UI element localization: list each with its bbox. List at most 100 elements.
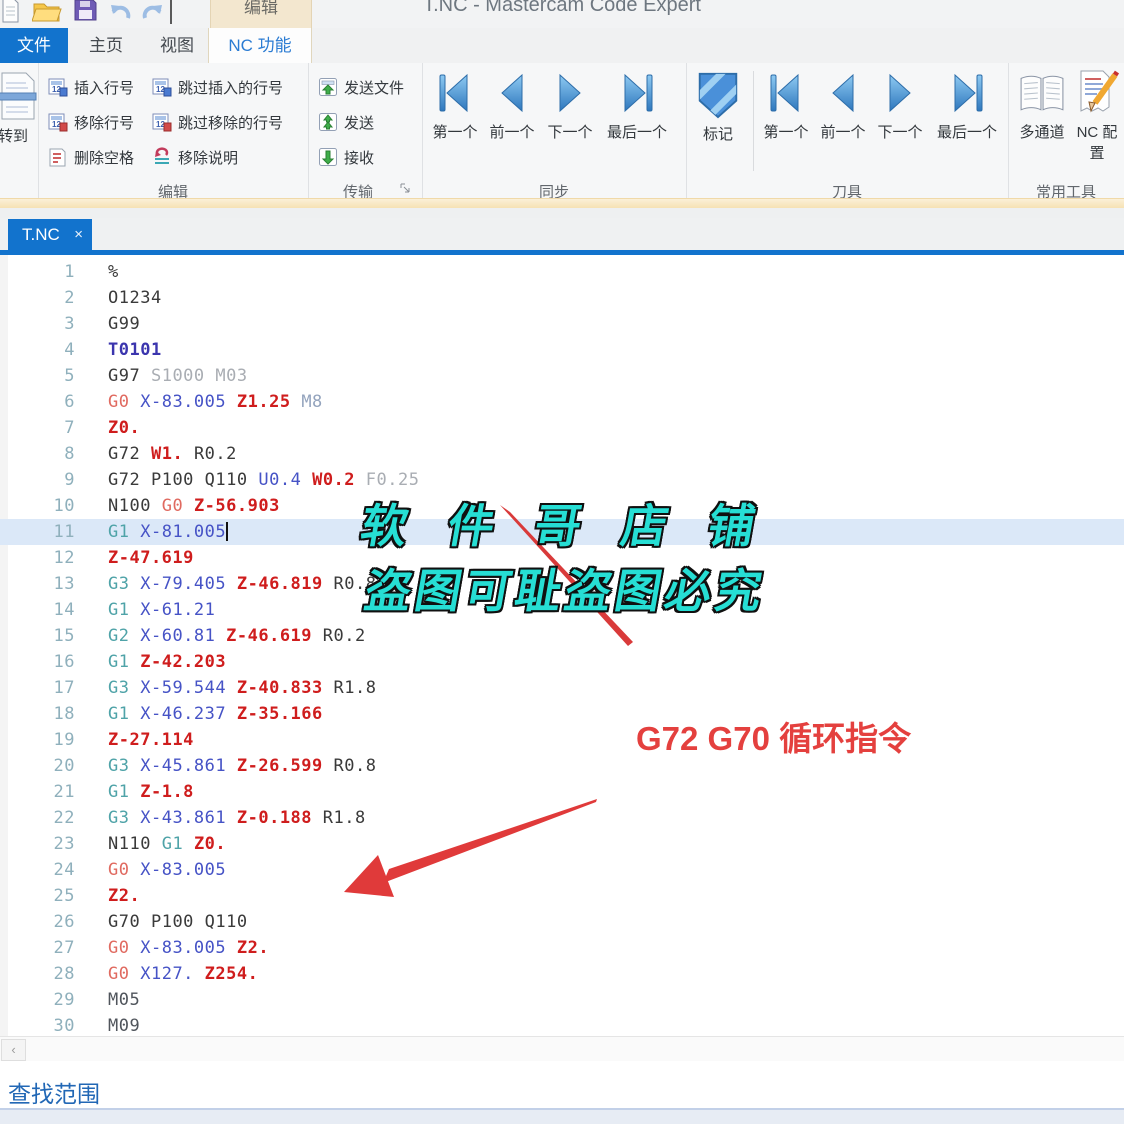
- delete-spaces-button[interactable]: 删除空格: [48, 144, 134, 170]
- nc-config-button[interactable]: NC 配置: [1074, 69, 1120, 163]
- send-button[interactable]: 发送: [318, 109, 374, 135]
- code-line-3[interactable]: 3 G99: [0, 311, 1124, 337]
- first-icon: [439, 73, 468, 113]
- line-number: 25: [53, 886, 75, 906]
- receive-button[interactable]: 接收: [318, 144, 374, 170]
- skip-inserted-line-numbers-button[interactable]: 12 跳过插入的行号: [152, 74, 283, 100]
- tool-previous-button[interactable]: 前一个: [815, 69, 871, 142]
- tool-next-button[interactable]: 下一个: [872, 69, 928, 142]
- line-number: 24: [53, 860, 75, 880]
- insert-line-numbers-button[interactable]: 12 插入行号: [48, 74, 134, 100]
- tool-last-label: 最后一个: [936, 124, 997, 141]
- code-line-16[interactable]: 16 G1 Z-42.203: [0, 649, 1124, 675]
- code-text: G3 X-79.405 Z-46.819 R0.8: [108, 574, 377, 594]
- tool-last-button[interactable]: 最后一个: [932, 69, 1002, 142]
- mark-button[interactable]: 标记: [690, 69, 746, 144]
- code-line-14[interactable]: 14 G1 X-61.21: [0, 597, 1124, 623]
- code-line-2[interactable]: 2 O1234: [0, 285, 1124, 311]
- tab-file[interactable]: 文件: [0, 28, 68, 63]
- code-line-13[interactable]: 13 G3 X-79.405 Z-46.819 R0.8: [0, 571, 1124, 597]
- tab-view[interactable]: 视图: [144, 28, 210, 63]
- code-line-1[interactable]: 1%: [0, 259, 1124, 285]
- code-line-19[interactable]: 19 Z-27.114: [0, 727, 1124, 753]
- code-text: G1 Z-1.8: [108, 782, 194, 802]
- sync-last-button[interactable]: 最后一个: [602, 69, 672, 142]
- code-line-12[interactable]: 12 Z-47.619: [0, 545, 1124, 571]
- goto-icon[interactable]: [0, 71, 38, 123]
- first-icon: [770, 73, 799, 113]
- insert-line-numbers-label: 插入行号: [74, 79, 135, 97]
- code-line-21[interactable]: 21 G1 Z-1.8: [0, 779, 1124, 805]
- skip-removed-line-numbers-button[interactable]: 12 跳过移除的行号: [152, 109, 283, 135]
- transfer-dialog-launcher-icon[interactable]: [400, 183, 412, 195]
- code-line-7[interactable]: 7 Z0.: [0, 415, 1124, 441]
- goto-label[interactable]: 转到: [0, 125, 35, 146]
- code-line-22[interactable]: 22 G3 X-43.861 Z-0.188 R1.8: [0, 805, 1124, 831]
- code-line-27[interactable]: 27 G0 X-83.005 Z2.: [0, 935, 1124, 961]
- sync-next-button[interactable]: 下一个: [542, 69, 598, 142]
- ribbon: 转到 12 插入行号 12 移除行号 删除空格 12 跳过插入的行号 12 跳过: [0, 63, 1124, 208]
- code-line-8[interactable]: 8 G72 W1. R0.2: [0, 441, 1124, 467]
- mastercam-code-expert-window: 编辑 T.NC - Mastercam Code Expert 文件 主页 视图…: [0, 0, 1124, 1124]
- code-line-30[interactable]: 30 M09: [0, 1013, 1124, 1036]
- line-number: 9: [64, 470, 75, 490]
- line-number: 11: [53, 522, 75, 542]
- line-number: 22: [53, 808, 75, 828]
- code-line-11[interactable]: 11 G1 X-81.005: [0, 519, 1124, 545]
- code-line-29[interactable]: 29 M05: [0, 987, 1124, 1013]
- scroll-left-button[interactable]: ‹: [1, 1039, 26, 1061]
- line-number: 30: [53, 1016, 75, 1036]
- sync-first-button[interactable]: 第一个: [427, 69, 483, 142]
- nc-config-icon: [1080, 70, 1119, 113]
- code-line-23[interactable]: 23 N110 G1 Z0.: [0, 831, 1124, 857]
- ribbon-group-tool: 标记 第一个 前一个 下一个 最后一个 刀具: [686, 63, 1009, 201]
- code-line-28[interactable]: 28 G0 X127. Z254.: [0, 961, 1124, 987]
- code-line-18[interactable]: 18 G1 X-46.237 Z-35.166: [0, 701, 1124, 727]
- close-tab-icon[interactable]: ×: [74, 219, 83, 250]
- status-bar: [0, 1108, 1124, 1124]
- line-number: 20: [53, 756, 75, 776]
- send-file-label: 发送文件: [344, 79, 405, 97]
- code-text: O1234: [108, 288, 162, 308]
- code-line-24[interactable]: 24 G0 X-83.005: [0, 857, 1124, 883]
- code-line-20[interactable]: 20 G3 X-45.861 Z-26.599 R0.8: [0, 753, 1124, 779]
- line-number: 2: [64, 288, 75, 308]
- sync-last-label: 最后一个: [606, 124, 667, 141]
- code-text: G72 P100 Q110 U0.4 W0.2 F0.25: [108, 470, 420, 490]
- code-line-5[interactable]: 5 G97 S1000 M03: [0, 363, 1124, 389]
- code-line-4[interactable]: 4 T0101: [0, 337, 1124, 363]
- multichannel-button[interactable]: 多通道: [1014, 69, 1070, 142]
- line-number: 4: [64, 340, 75, 360]
- code-line-15[interactable]: 15 G2 X-60.81 Z-46.619 R0.2: [0, 623, 1124, 649]
- document-tab-tnc[interactable]: T.NC ×: [8, 219, 92, 250]
- line-number: 6: [64, 392, 75, 412]
- last-icon: [954, 73, 983, 113]
- code-line-25[interactable]: 25 Z2.: [0, 883, 1124, 909]
- sync-previous-button[interactable]: 前一个: [484, 69, 540, 142]
- tab-nc-functions[interactable]: NC 功能: [208, 28, 312, 63]
- tab-home[interactable]: 主页: [68, 28, 144, 63]
- horizontal-scrollbar[interactable]: ‹: [0, 1036, 1124, 1061]
- code-line-26[interactable]: 26 G70 P100 Q110: [0, 909, 1124, 935]
- send-file-button[interactable]: 发送文件: [318, 74, 404, 100]
- multichannel-book-icon: [1020, 75, 1064, 111]
- line-number: 13: [53, 574, 75, 594]
- code-text: G1 Z-42.203: [108, 652, 227, 672]
- tool-first-button[interactable]: 第一个: [758, 69, 814, 142]
- remove-comments-button[interactable]: 移除说明: [152, 144, 238, 170]
- find-scope-panel: 查找范围: [0, 1061, 1124, 1108]
- code-line-10[interactable]: 10 N100 G0 Z-56.903: [0, 493, 1124, 519]
- code-line-17[interactable]: 17 G3 X-59.544 Z-40.833 R1.8: [0, 675, 1124, 701]
- send-file-icon: [319, 78, 337, 96]
- title-bar: 编辑 T.NC - Mastercam Code Expert: [0, 0, 1124, 28]
- code-line-9[interactable]: 9 G72 P100 Q110 U0.4 W0.2 F0.25: [0, 467, 1124, 493]
- remove-line-numbers-icon: 12: [48, 113, 68, 132]
- code-text: G97 S1000 M03: [108, 366, 248, 386]
- remove-line-numbers-button[interactable]: 12 移除行号: [48, 109, 134, 135]
- code-editor[interactable]: 1% 2 O1234 3 G99 4 T0101 5 G97 S1000 M03 6 G0 X-83…: [0, 255, 1124, 1036]
- line-number: 1: [64, 262, 75, 282]
- code-line-6[interactable]: 6 G0 X-83.005 Z1.25 M8: [0, 389, 1124, 415]
- send-label: 发送: [344, 114, 375, 132]
- code-text: M09: [108, 1016, 141, 1036]
- sync-next-label: 下一个: [547, 124, 593, 141]
